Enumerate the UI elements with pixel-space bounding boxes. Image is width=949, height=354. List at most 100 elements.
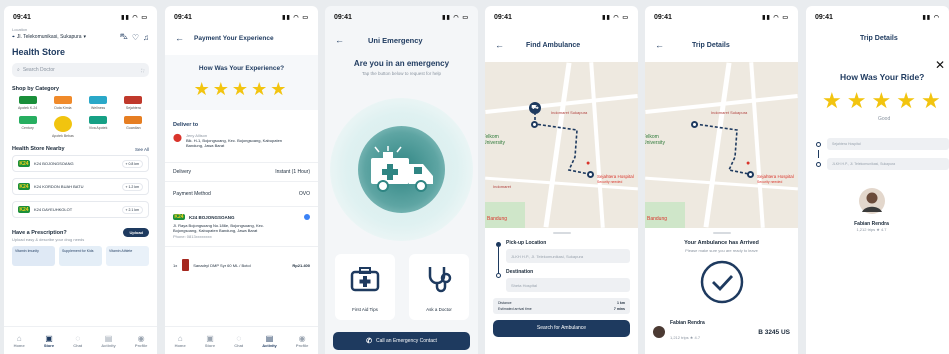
- store-list-item[interactable]: K24 K24 KORDON BUAH BATU ⌖ 1.2 km: [12, 178, 149, 195]
- promo-card[interactable]: Supplement for Kids: [59, 246, 102, 266]
- nav-chat[interactable]: ◌ Chat: [234, 334, 243, 348]
- call-emergency-button[interactable]: ✆ Call an Emergency Contact: [333, 332, 470, 350]
- category-item[interactable]: Century: [10, 116, 45, 138]
- star-icon[interactable]: ★: [232, 79, 251, 99]
- bell-icon[interactable]: ♫: [143, 33, 149, 42]
- nav-store[interactable]: ▣ Store: [44, 334, 54, 348]
- star-icon[interactable]: ★: [921, 88, 946, 113]
- destination-input[interactable]: Sheta Hospital: [506, 278, 630, 292]
- see-all-link[interactable]: See All: [135, 147, 149, 152]
- stethoscope-icon: [428, 267, 452, 293]
- driver-card: Fabian Rendra 1,212 trips ★ 4.7: [806, 188, 949, 232]
- promo-label: Vitamin Imunity: [15, 249, 39, 253]
- screen-uni-emergency: 09:41 ▮▮ ◠ ▭ ← Uni Emergency Are you in a…: [325, 6, 478, 354]
- star-rating[interactable]: ★★★★★: [806, 82, 949, 113]
- star-icon[interactable]: ★: [822, 88, 847, 113]
- location-pin-icon: ⬤: [173, 133, 182, 142]
- payment-row[interactable]: Payment Method OVO: [165, 181, 318, 206]
- page-title: Payment Your Experience: [194, 34, 274, 42]
- category-item[interactable]: Guardian: [116, 116, 151, 138]
- home-icon: ⌂: [177, 333, 183, 343]
- signal-icon: ▮▮ ◠ ▭: [121, 15, 148, 21]
- product-qty: 1x: [173, 262, 178, 268]
- nav-label: Store: [204, 342, 216, 348]
- star-icon[interactable]: ★: [213, 79, 232, 99]
- location-selector[interactable]: ⌖ Jl. Telekomunikasi, Sukapura ▾: [12, 34, 86, 40]
- nav-label: Home: [13, 342, 25, 348]
- store-list-item[interactable]: K24 K24 BOJONGSOANG ⌖ 0.8 km: [12, 155, 149, 172]
- eta-value: 7 mins: [613, 307, 625, 311]
- star-icon[interactable]: ★: [871, 88, 896, 113]
- star-icon[interactable]: ★: [270, 79, 289, 99]
- star-icon[interactable]: ★: [896, 88, 921, 113]
- deliver-to-label: Deliver to: [173, 122, 199, 128]
- signal-icon: ▮▮ ◠ ▭: [602, 15, 629, 21]
- search-bar[interactable]: ⌕ Search Doctor ⛶: [12, 63, 149, 77]
- category-item[interactable]: Viva Apotek: [81, 116, 116, 138]
- radio-selected-icon[interactable]: [304, 214, 310, 220]
- header: Location ⌖ Jl. Telekomunikasi, Sukapura ▾ …: [4, 21, 157, 77]
- signal-icon: ▮▮ ◠ ▭: [762, 15, 789, 21]
- first-aid-card[interactable]: First Aid Tips: [335, 254, 395, 320]
- product-row[interactable]: 1x Sanadryl DMP Syr 60 ML / Botol Rp21.4…: [165, 246, 318, 283]
- nav-label: Profile: [134, 342, 148, 348]
- star-icon[interactable]: ★: [847, 88, 872, 113]
- destination-field: JLKH H.P., Jl. Telekomunikasi, Sukapura: [827, 158, 949, 170]
- eta-label: Estimated arrival time: [498, 307, 532, 311]
- promo-card[interactable]: Vitamin Athlete: [106, 246, 149, 266]
- emergency-heading: Are you in an emergency: [353, 59, 450, 68]
- nav-home[interactable]: ⌂ Home: [175, 334, 186, 348]
- store-icon: ▣: [45, 333, 53, 343]
- search-input[interactable]: Search Doctor: [23, 67, 55, 73]
- nav-activity[interactable]: ▤ Activity: [101, 334, 115, 348]
- category-item[interactable]: Apotek Bebas: [45, 116, 80, 138]
- back-arrow-icon[interactable]: ←: [175, 33, 184, 43]
- arrived-subtitle: Please make sure you are ready to leave: [685, 248, 758, 253]
- screen-payment-experience: 09:41 ▮▮ ◠ ▭ ← Payment Your Experience Ho…: [165, 6, 318, 354]
- back-arrow-icon[interactable]: ←: [655, 40, 664, 50]
- map-label-indomaret: Indomaret Sukapura: [551, 110, 588, 115]
- pickup-input[interactable]: JLKH H.P., Jl. Telekomunikasi, Sukapura: [506, 249, 630, 263]
- section-title-category: Shop by Category: [12, 86, 60, 92]
- sheet-handle[interactable]: [552, 232, 571, 234]
- category-item[interactable]: Wellness: [81, 96, 116, 110]
- emergency-button[interactable]: [330, 98, 473, 241]
- nav-activity[interactable]: ▤ Activity: [262, 334, 276, 348]
- heart-icon[interactable]: ♡: [132, 33, 139, 42]
- cart-icon[interactable]: ⛍: [120, 32, 128, 42]
- star-icon[interactable]: ★: [194, 79, 213, 99]
- payment-value: OVO: [298, 191, 310, 197]
- nav-home[interactable]: ⌂ Home: [14, 334, 25, 348]
- star-icon[interactable]: ★: [251, 79, 270, 99]
- driver-row[interactable]: Fabian Rendra 1,212 trips ★ 4.7 B 3245 US: [645, 314, 798, 350]
- map-view[interactable]: Indomaret Sukapura Sejahtera Hospital Se…: [645, 62, 798, 228]
- nav-profile[interactable]: ◉ Profile: [296, 334, 308, 348]
- store-distance: 1.2 km: [128, 184, 139, 189]
- product-name: Sanadryl DMP Syr 60 ML / Botol: [193, 262, 251, 268]
- star-rating[interactable]: ★★★★★: [165, 80, 318, 100]
- category-item[interactable]: Sejahtera: [116, 96, 151, 110]
- category-item[interactable]: Duta Kimia: [45, 96, 80, 110]
- activity-icon: ▤: [265, 333, 274, 343]
- delivery-row[interactable]: Delivery Instant (1 Hour): [165, 162, 318, 181]
- store-name: K24 BOJONGSOANG: [189, 214, 235, 220]
- promo-card[interactable]: Vitamin Imunity: [12, 246, 55, 266]
- map-view[interactable]: ⛟ Indomaret Sukapura Sejahtera Hospital …: [485, 62, 638, 228]
- category-item[interactable]: Apotek K-24: [10, 96, 45, 110]
- store-list-item[interactable]: K24 K24 DAYEUHKOLOT ⌖ 2.1 km: [12, 201, 149, 218]
- close-icon[interactable]: ✕: [935, 58, 945, 72]
- back-arrow-icon[interactable]: ←: [495, 40, 504, 50]
- search-ambulance-button[interactable]: Search for Ambulance: [493, 320, 630, 337]
- sheet-handle[interactable]: [712, 232, 731, 234]
- scan-icon[interactable]: ⛶: [141, 68, 144, 73]
- start-marker-icon: [691, 121, 698, 128]
- back-arrow-icon[interactable]: ←: [335, 35, 344, 45]
- nav-store[interactable]: ▣ Store: [205, 334, 215, 348]
- signal-icon: ▮▮ ◠ ▭: [442, 15, 469, 21]
- nav-chat[interactable]: ◌ Chat: [73, 334, 82, 348]
- nav-profile[interactable]: ◉ Profile: [135, 334, 147, 348]
- pin-icon: ⌖: [125, 184, 128, 189]
- upload-button[interactable]: Upload: [123, 228, 149, 237]
- ask-doctor-card[interactable]: Ask a Doctor: [409, 254, 469, 320]
- distance-label: Distance: [498, 301, 512, 305]
